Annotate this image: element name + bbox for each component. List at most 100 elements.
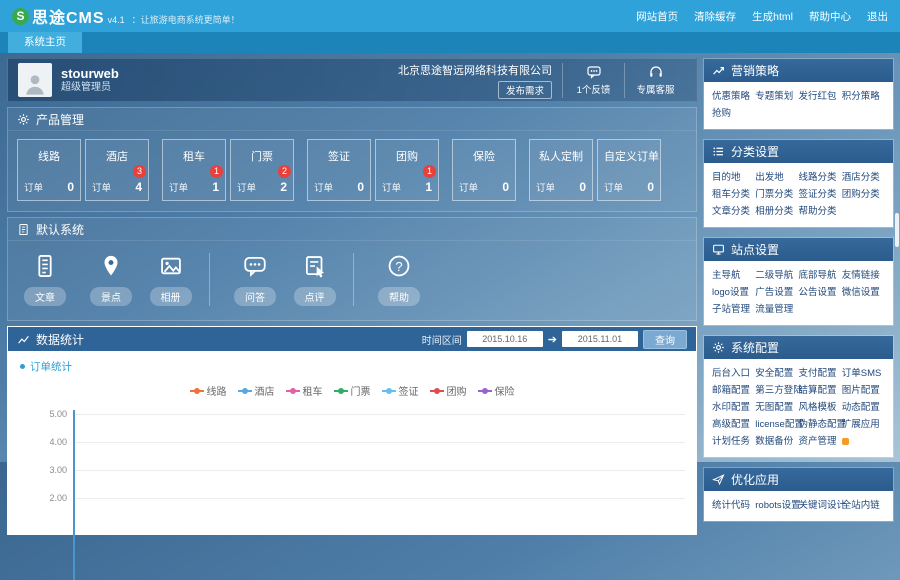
sidebar-panel-links: 后台入口 安全配置 支付配置 订单SMS 邮箱配置 第三方登陆 结算配置	[704, 359, 893, 457]
product-box[interactable]: 自定义订单 订单 0	[597, 139, 661, 201]
tab-system-home[interactable]: 系统主页	[8, 32, 82, 53]
date-to-input[interactable]: 2015.11.01	[562, 331, 638, 347]
default-system-item[interactable]: 景点	[78, 253, 144, 306]
sidebar-link[interactable]: 子站管理	[712, 301, 755, 318]
sidebar-link[interactable]: 签证分类	[799, 186, 842, 203]
query-button[interactable]: 查询	[643, 330, 687, 349]
top-menu-item[interactable]: 退出	[867, 9, 888, 24]
sidebar-link[interactable]: 扩展应用	[842, 416, 885, 433]
sidebar-link[interactable]: 微信设置	[842, 284, 885, 301]
sidebar-link[interactable]: 友情链接	[842, 267, 885, 284]
top-menu-item[interactable]: 网站首页	[636, 9, 678, 24]
scrollbar-thumb[interactable]	[895, 213, 899, 247]
default-system-item[interactable]: 文章	[12, 253, 78, 306]
sidebar-link[interactable]: 无图配置	[755, 399, 798, 416]
product-box[interactable]: 私人定制 订单 0	[529, 139, 593, 201]
app-logo[interactable]: S 思途CMS v4.1 ：让旅游电商系统更简单！	[12, 4, 240, 28]
content: stourweb 超级管理员 北京思途智远网络科技有限公司 发布需求	[0, 53, 900, 535]
sidebar-link[interactable]: 统计代码	[712, 497, 755, 514]
map-pin-icon	[98, 253, 124, 279]
sidebar-link[interactable]: 资产管理	[799, 433, 842, 450]
sidebar-link[interactable]: 全站内链	[842, 497, 885, 514]
sidebar-link[interactable]: 流量管理	[755, 301, 798, 318]
user-action-button[interactable]: 专属客服	[624, 63, 686, 98]
sidebar-link[interactable]: 安全配置	[755, 365, 798, 382]
company-link[interactable]: 发布需求	[498, 81, 552, 99]
sidebar-link[interactable]: robots设置	[755, 497, 798, 514]
legend-item[interactable]: 租车	[286, 383, 323, 398]
default-system-item[interactable]: 相册	[144, 253, 210, 306]
sidebar-link[interactable]: 水印配置	[712, 399, 755, 416]
sidebar-link[interactable]: 底部导航	[799, 267, 842, 284]
sidebar-link-label: 主导航	[712, 270, 741, 281]
sidebar-link[interactable]: 二级导航	[755, 267, 798, 284]
legend-item[interactable]: 线路	[190, 383, 227, 398]
sidebar-link[interactable]: 门票分类	[755, 186, 798, 203]
sidebar-link[interactable]: 出发地	[755, 169, 798, 186]
user-action-button[interactable]: 1个反馈	[562, 63, 624, 98]
sidebar-link[interactable]: 风格模板	[799, 399, 842, 416]
legend-item[interactable]: 团购	[430, 383, 467, 398]
product-box[interactable]: 保险 订单 0	[452, 139, 516, 201]
sidebar-link[interactable]: 伪静态配置	[799, 416, 842, 433]
sidebar-panel-title: 站点设置	[731, 241, 779, 258]
sidebar-link[interactable]: 主导航	[712, 267, 755, 284]
date-from-input[interactable]: 2015.10.16	[467, 331, 543, 347]
avatar[interactable]	[18, 63, 52, 97]
sidebar-link[interactable]: 图片配置	[842, 382, 885, 399]
sidebar-link[interactable]: 目的地	[712, 169, 755, 186]
sidebar-link[interactable]: 广告设置	[755, 284, 798, 301]
default-system-item[interactable]: 点评	[288, 253, 354, 306]
sidebar-link[interactable]: 订单SMS	[842, 365, 885, 382]
chart-area: 5.00 4.00 3.00 2.00	[75, 414, 685, 526]
product-box[interactable]: 线路 订单 0	[17, 139, 81, 201]
legend-item[interactable]: 门票	[334, 383, 371, 398]
sidebar-link[interactable]: 抢购	[712, 105, 755, 122]
sidebar-link[interactable]: 计划任务	[712, 433, 755, 450]
y-tick-label: 5.00	[27, 409, 67, 419]
sidebar-link[interactable]: 团购分类	[842, 186, 885, 203]
sidebar-link[interactable]: 专题策划	[755, 88, 798, 105]
sidebar-link[interactable]: 高级配置	[712, 416, 755, 433]
sidebar-link[interactable]: 关键词设计	[799, 497, 842, 514]
sidebar-link[interactable]: 线路分类	[799, 169, 842, 186]
sidebar-link[interactable]: 公告设置	[799, 284, 842, 301]
sidebar-link[interactable]: 邮箱配置	[712, 382, 755, 399]
legend-item[interactable]: 保险	[478, 383, 515, 398]
sidebar-link-label: 关键词设计	[799, 500, 847, 511]
product-box[interactable]: 酒店 3 订单 4	[85, 139, 149, 201]
sidebar-link[interactable]: logo设置	[712, 284, 755, 301]
sidebar-link[interactable]: 第三方登陆	[755, 382, 798, 399]
sidebar-link[interactable]: 结算配置	[799, 382, 842, 399]
default-system-item[interactable]: ? 帮助	[366, 253, 432, 306]
legend-item[interactable]: 酒店	[238, 383, 275, 398]
sidebar-link[interactable]: 发行红包	[799, 88, 842, 105]
order-label: 订单	[604, 180, 623, 194]
product-boxes: 线路 订单 0 酒店 3 订单 4	[8, 131, 696, 211]
sidebar-link[interactable]: 动态配置	[842, 399, 885, 416]
sidebar-link[interactable]: 相册分类	[755, 203, 798, 220]
product-box[interactable]: 门票 2 订单 2	[230, 139, 294, 201]
sidebar-link[interactable]: license配置	[755, 416, 798, 433]
tab-bar: 系统主页	[0, 32, 900, 53]
top-menu-item[interactable]: 生成html	[752, 9, 793, 24]
product-box[interactable]: 团购 1 订单 1	[375, 139, 439, 201]
product-name: 酒店	[92, 148, 142, 164]
sidebar-link[interactable]: 后台入口	[712, 365, 755, 382]
legend-item[interactable]: 签证	[382, 383, 419, 398]
logo-text: 思途CMS	[32, 4, 105, 28]
sidebar-link[interactable]: 酒店分类	[842, 169, 885, 186]
sidebar-link[interactable]: 支付配置	[799, 365, 842, 382]
sidebar-link[interactable]: 租车分类	[712, 186, 755, 203]
top-menu-item[interactable]: 帮助中心	[809, 9, 851, 24]
product-box[interactable]: 租车 1 订单 1	[162, 139, 226, 201]
sidebar-link[interactable]: 帮助分类	[799, 203, 842, 220]
sidebar-link[interactable]: 积分策略	[842, 88, 885, 105]
sidebar-link[interactable]: 文章分类	[712, 203, 755, 220]
default-system-item[interactable]: 问答	[222, 253, 288, 306]
top-menu-item[interactable]: 清除缓存	[694, 9, 736, 24]
sidebar-link[interactable]: 优惠策略	[712, 88, 755, 105]
product-box[interactable]: 签证 订单 0	[307, 139, 371, 201]
sidebar-link-label: 资产管理	[799, 436, 837, 447]
sidebar-link[interactable]: 数据备份	[755, 433, 798, 450]
